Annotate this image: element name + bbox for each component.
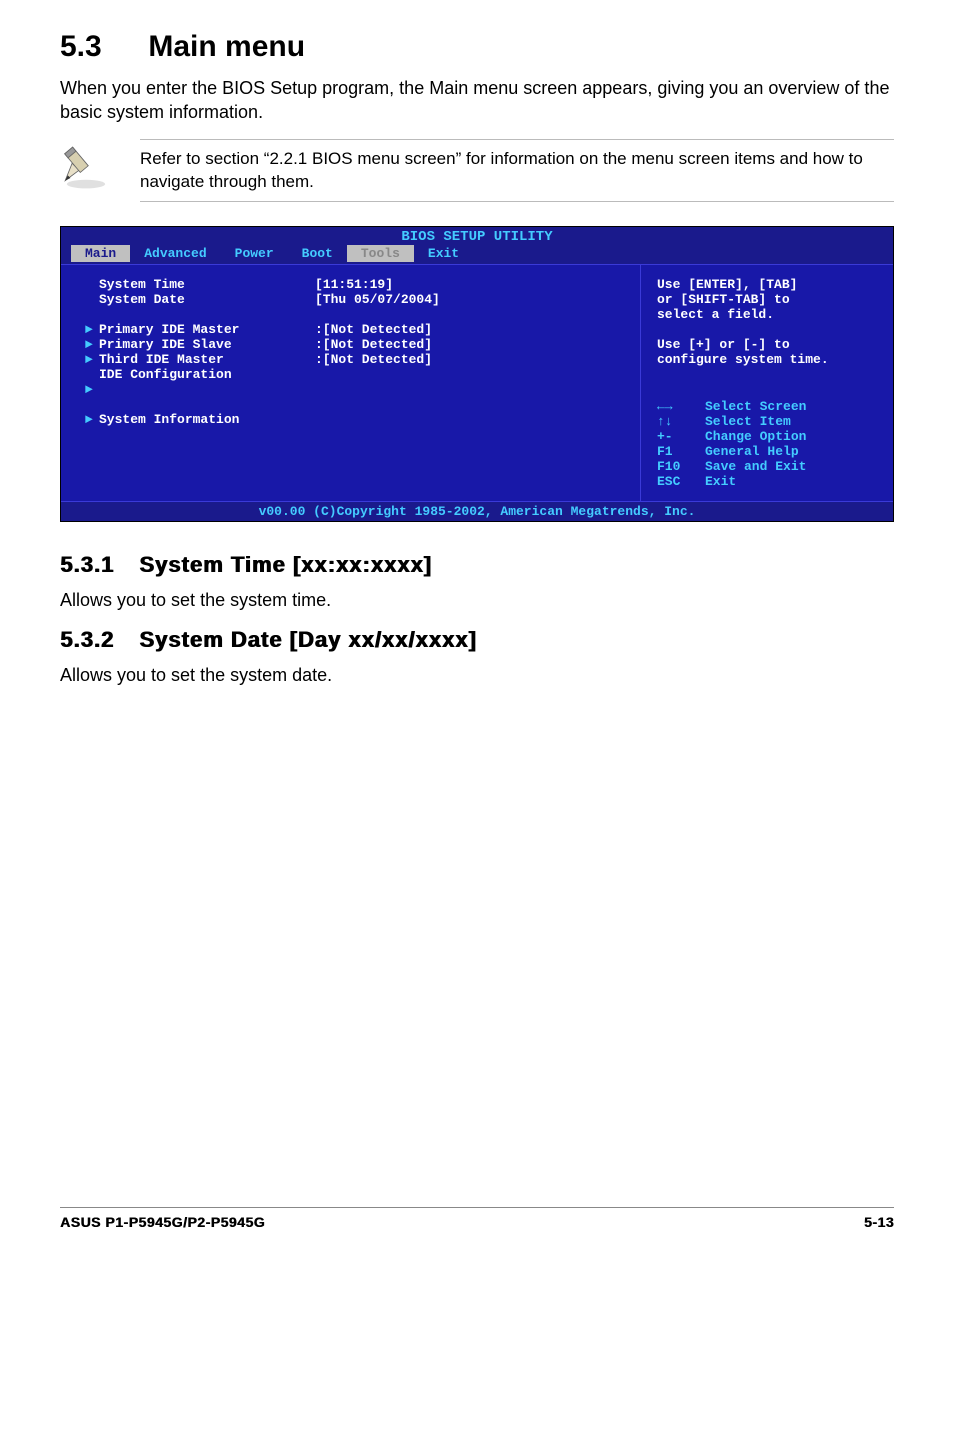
submenu-arrow-icon: ► (85, 337, 99, 352)
subsection-heading: 5.3.1 System Time [xx:xx:xxxx] (60, 552, 894, 578)
subsection-number: 5.3.1 (60, 552, 132, 578)
subsection-title-text: System Date [Day xx/xx/xxxx] (139, 627, 476, 652)
submenu-arrow-icon: ► (85, 382, 99, 397)
bios-tab-power[interactable]: Power (221, 245, 288, 262)
pencil-icon (60, 139, 116, 196)
bios-item-ide-configuration[interactable]: IDE Configuration (85, 367, 624, 382)
bios-nav-help: ←→Select Screen ↑↓Select Item +-Change O… (657, 399, 877, 489)
help-line: or [SHIFT-TAB] to (657, 292, 877, 307)
section-heading: 5.3 Main menu (60, 30, 894, 64)
subsection-title-text: System Time [xx:xx:xxxx] (139, 552, 432, 577)
bios-tab-advanced[interactable]: Advanced (130, 245, 220, 262)
bios-tab-tools[interactable]: Tools (347, 245, 414, 262)
section-title-text: Main menu (148, 30, 305, 63)
section-intro: When you enter the BIOS Setup program, t… (60, 76, 894, 125)
footer-product: ASUS P1-P5945G/P2-P5945G (60, 1214, 265, 1230)
subsection-number: 5.3.2 (60, 627, 132, 653)
footer-page-number: 5-13 (864, 1214, 894, 1230)
bios-item-third-ide-master[interactable]: ►Third IDE Master :[Not Detected] (85, 352, 624, 367)
help-line: Use [+] or [-] to (657, 337, 877, 352)
submenu-arrow-icon: ► (85, 322, 99, 337)
bios-title: BIOS SETUP UTILITY (61, 227, 893, 245)
subsection-body: Allows you to set the system date. (60, 663, 894, 687)
bios-main-panel: System Time [11:51:19] System Date [Thu … (61, 265, 641, 501)
bios-tab-bar: Main Advanced Power Boot Tools Exit (61, 245, 893, 264)
submenu-arrow-icon: ► (85, 412, 99, 427)
subsection-heading: 5.3.2 System Date [Day xx/xx/xxxx] (60, 627, 894, 653)
bios-copyright: v00.00 (C)Copyright 1985-2002, American … (61, 502, 893, 521)
bios-item-primary-ide-master[interactable]: ►Primary IDE Master :[Not Detected] (85, 322, 624, 337)
note-block: Refer to section “2.2.1 BIOS menu screen… (60, 139, 894, 203)
bios-item-system-time[interactable]: System Time [11:51:19] (85, 277, 624, 292)
help-line: select a field. (657, 307, 877, 322)
bios-item-system-date[interactable]: System Date [Thu 05/07/2004] (85, 292, 624, 307)
bios-tab-main[interactable]: Main (71, 245, 130, 262)
bios-tab-boot[interactable]: Boot (288, 245, 347, 262)
bios-help-panel: Use [ENTER], [TAB] or [SHIFT-TAB] to sel… (641, 265, 893, 501)
bios-item-primary-ide-slave[interactable]: ►Primary IDE Slave :[Not Detected] (85, 337, 624, 352)
help-line: Use [ENTER], [TAB] (657, 277, 877, 292)
bios-screenshot: BIOS SETUP UTILITY Main Advanced Power B… (60, 226, 894, 522)
bios-tab-exit[interactable]: Exit (414, 245, 473, 262)
section-number: 5.3 (60, 30, 140, 64)
subsection-body: Allows you to set the system time. (60, 588, 894, 612)
bios-item-system-information[interactable]: ►System Information (85, 412, 624, 427)
submenu-arrow-icon: ► (85, 352, 99, 367)
note-text: Refer to section “2.2.1 BIOS menu screen… (140, 139, 894, 203)
help-line: configure system time. (657, 352, 877, 367)
page-footer: ASUS P1-P5945G/P2-P5945G 5-13 (60, 1207, 894, 1230)
